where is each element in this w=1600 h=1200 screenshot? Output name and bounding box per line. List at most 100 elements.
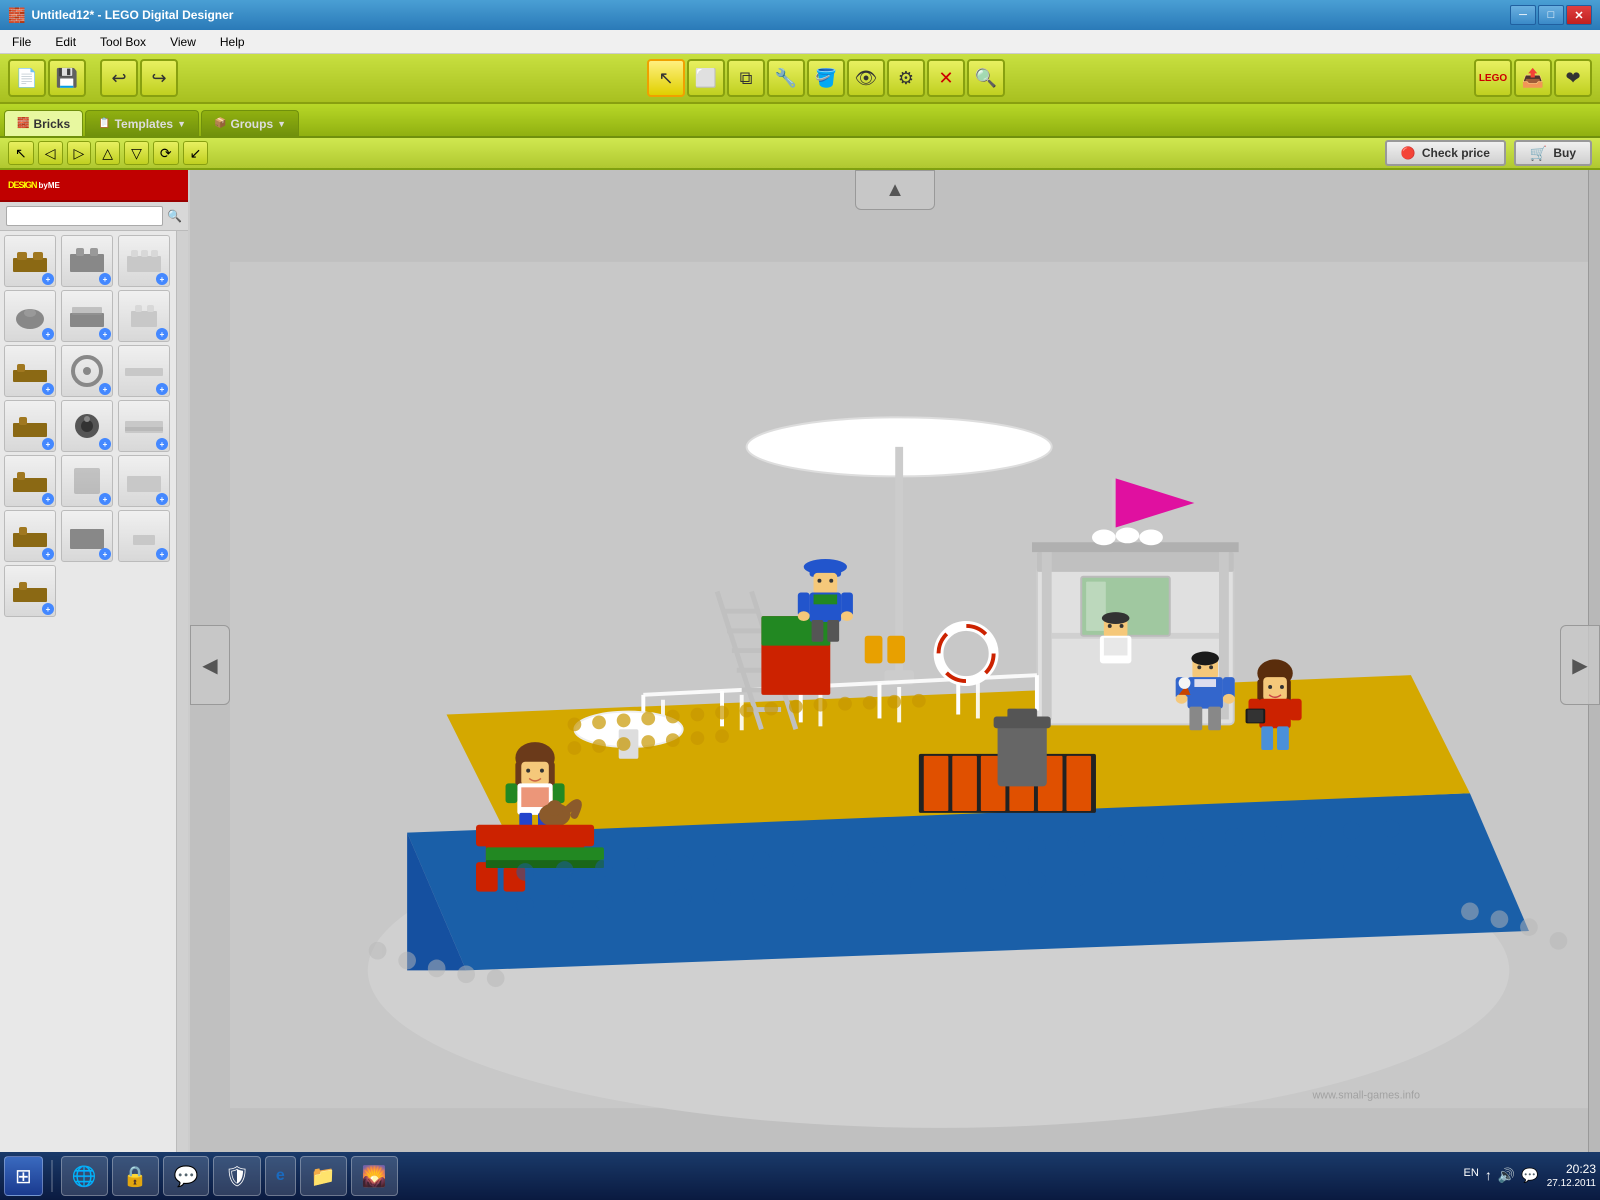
notification-icon[interactable]: 💬 [1521, 1167, 1538, 1184]
nav-prev[interactable]: ◁ [38, 141, 63, 165]
canvas-nav-right[interactable]: ▶ [1560, 625, 1600, 705]
brick-item[interactable]: + [4, 400, 56, 452]
file-tools: 📄 💾 [8, 59, 86, 97]
save-button[interactable]: 💾 [48, 59, 86, 97]
undo-button[interactable]: ↩ [100, 59, 138, 97]
taskbar-explorer[interactable]: 📁 [300, 1156, 347, 1196]
brick-item[interactable]: + [61, 235, 113, 287]
hinge-tool[interactable]: ⚙ [887, 59, 925, 97]
menu-toolbox[interactable]: Tool Box [92, 33, 154, 51]
nav-up-sub[interactable]: △ [95, 141, 120, 165]
nav-down[interactable]: ▽ [124, 141, 149, 165]
tab-groups[interactable]: 📦 Groups ▼ [201, 110, 299, 136]
canvas-nav-left[interactable]: ◀ [190, 625, 230, 705]
maximize-button[interactable]: □ [1538, 5, 1564, 25]
check-price-button[interactable]: 🔴 Check price [1385, 140, 1506, 166]
nav-rotate[interactable]: ⟳ [153, 141, 179, 165]
search-input[interactable] [6, 206, 163, 226]
taskbar-pictures[interactable]: 🌄 [351, 1156, 398, 1196]
brick-item[interactable]: + [118, 235, 170, 287]
nav-select[interactable]: ↖ [8, 141, 34, 165]
brick-item[interactable]: + [61, 510, 113, 562]
subtoolbar: ↖ ◁ ▷ △ ▽ ⟳ ↙ 🔴 Check price 🛒 Buy [0, 138, 1600, 170]
taskbar-torrent[interactable]: 🔒 [112, 1156, 159, 1196]
add-badge: + [156, 493, 168, 505]
taskbar-separator [51, 1160, 53, 1192]
scene-svg: /* SVG circles for studs will be drawn i… [230, 210, 1588, 1160]
tab-groups-label: Groups [230, 117, 273, 131]
taskbar-systray: EN ↑ 🔊 💬 [1464, 1167, 1539, 1184]
main-area: DESIGN byME 🔍 + + [0, 170, 1600, 1160]
brick-item[interactable]: + [4, 510, 56, 562]
brick-item[interactable]: + [118, 290, 170, 342]
delete-tool[interactable]: ✕ [927, 59, 965, 97]
heart-button[interactable]: ❤ [1554, 59, 1592, 97]
brick-item[interactable]: + [118, 345, 170, 397]
share-button[interactable]: 📤 [1514, 59, 1552, 97]
volume-icon[interactable]: 🔊 [1498, 1167, 1515, 1184]
main-tools: ↖ ⬜ ⧉ 🔧 🪣 👁 ⚙ ✕ 🔍 [647, 59, 1005, 97]
lego-scene: /* SVG circles for studs will be drawn i… [230, 210, 1588, 1160]
look-tool[interactable]: 🔍 [967, 59, 1005, 97]
brick-item[interactable]: + [118, 510, 170, 562]
menu-edit[interactable]: Edit [47, 33, 84, 51]
groups-tab-arrow: ▼ [277, 119, 286, 129]
network-icon[interactable]: ↑ [1485, 1167, 1492, 1184]
nav-next[interactable]: ▷ [67, 141, 92, 165]
clock-date: 27.12.2011 [1547, 1177, 1596, 1191]
add-badge: + [156, 328, 168, 340]
taskbar-right: EN ↑ 🔊 💬 20:23 27.12.2011 [1464, 1161, 1596, 1192]
select-tool[interactable]: ↖ [647, 59, 685, 97]
taskbar-ie[interactable]: e [265, 1156, 296, 1196]
brick-item[interactable]: + [61, 345, 113, 397]
taskbar-chrome[interactable]: 🌐 [61, 1156, 108, 1196]
sidebar: DESIGN byME 🔍 + + [0, 170, 190, 1160]
redo-button[interactable]: ↪ [140, 59, 178, 97]
tab-bricks[interactable]: 🧱 Bricks [4, 110, 83, 136]
titlebar-controls: ─ □ ✕ [1510, 5, 1592, 25]
add-badge: + [156, 273, 168, 285]
menu-view[interactable]: View [162, 33, 204, 51]
add-badge: + [156, 383, 168, 395]
toolbar: 📄 💾 ↩ ↪ ↖ ⬜ ⧉ 🔧 🪣 👁 ⚙ ✕ 🔍 LEGO 📤 ❤ [0, 54, 1600, 104]
hide-tool[interactable]: 👁 [847, 59, 885, 97]
paint-tool[interactable]: 🪣 [807, 59, 845, 97]
brick-item[interactable]: + [118, 455, 170, 507]
taskbar-skype[interactable]: 💬 [163, 1156, 210, 1196]
brick-tool[interactable]: ⬜ [687, 59, 725, 97]
brick-item[interactable]: + [4, 565, 56, 617]
buy-button[interactable]: 🛒 Buy [1514, 140, 1592, 166]
taskbar-defender[interactable]: 🛡 [213, 1156, 260, 1196]
add-badge: + [156, 438, 168, 450]
close-button[interactable]: ✕ [1566, 5, 1592, 25]
system-clock[interactable]: 20:23 27.12.2011 [1547, 1161, 1596, 1192]
lang-indicator[interactable]: EN [1464, 1167, 1479, 1184]
brick-item[interactable]: + [61, 400, 113, 452]
nav-diagonal[interactable]: ↙ [183, 141, 209, 165]
flex-tool[interactable]: 🔧 [767, 59, 805, 97]
brick-item[interactable]: + [61, 290, 113, 342]
minimize-button[interactable]: ─ [1510, 5, 1536, 25]
brick-item[interactable]: + [118, 400, 170, 452]
brick-item[interactable]: + [61, 455, 113, 507]
templates-tab-arrow: ▼ [177, 119, 186, 129]
brick-item[interactable]: + [4, 290, 56, 342]
templates-tab-icon: 📋 [98, 118, 110, 129]
sidebar-scrollbar[interactable] [176, 231, 188, 1160]
search-icon: 🔍 [167, 209, 182, 223]
menu-help[interactable]: Help [212, 33, 253, 51]
clone-tool[interactable]: ⧉ [727, 59, 765, 97]
brick-grid: + + + + [4, 235, 172, 617]
brick-item[interactable]: + [4, 235, 56, 287]
canvas-area[interactable]: ▲ ◀ ▶ /* SVG circles for studs will be d… [190, 170, 1600, 1160]
check-price-icon: 🔴 [1401, 146, 1416, 160]
add-badge: + [42, 438, 54, 450]
add-badge: + [42, 493, 54, 505]
new-button[interactable]: 📄 [8, 59, 46, 97]
canvas-nav-up[interactable]: ▲ [855, 170, 935, 210]
start-button[interactable]: ⊞ [4, 1156, 43, 1196]
brick-item[interactable]: + [4, 345, 56, 397]
tab-templates[interactable]: 📋 Templates ▼ [85, 110, 199, 136]
brick-item[interactable]: + [4, 455, 56, 507]
menu-file[interactable]: File [4, 33, 39, 51]
